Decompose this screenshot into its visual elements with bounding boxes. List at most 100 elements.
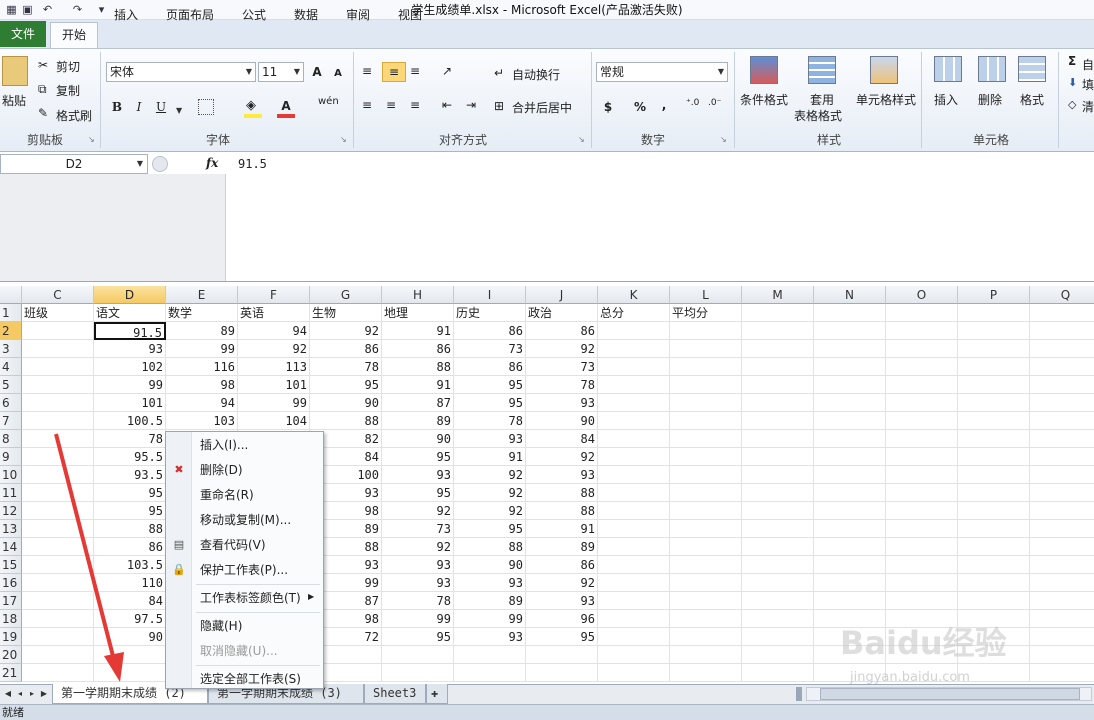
cell-M14[interactable]	[742, 538, 814, 556]
cell-M17[interactable]	[742, 592, 814, 610]
context-menu-item[interactable]: 移动或复制(M)...	[192, 508, 322, 532]
cell-N6[interactable]	[814, 394, 886, 412]
cell-N13[interactable]	[814, 520, 886, 538]
font-name-combo[interactable]: 宋体 ▼	[106, 62, 256, 82]
cell-J15[interactable]: 86	[526, 556, 598, 574]
column-header-P[interactable]: P	[958, 286, 1030, 304]
cell-D3[interactable]: 93	[94, 340, 166, 358]
cell-N7[interactable]	[814, 412, 886, 430]
align-center-icon[interactable]: ≡	[386, 98, 396, 112]
conditional-format-icon[interactable]	[750, 56, 778, 84]
cell-G2[interactable]: 92	[310, 322, 382, 340]
cell-P12[interactable]	[958, 502, 1030, 520]
cell-Q11[interactable]	[1030, 484, 1094, 502]
column-header-G[interactable]: G	[310, 286, 382, 304]
tab-data[interactable]: 数据	[284, 4, 328, 28]
row-header-8[interactable]: 8	[0, 430, 22, 448]
cell-L6[interactable]	[670, 394, 742, 412]
cell-I5[interactable]: 95	[454, 376, 526, 394]
cell-M11[interactable]	[742, 484, 814, 502]
row-header-3[interactable]: 3	[0, 340, 22, 358]
delete-cells-icon[interactable]	[978, 56, 1006, 82]
cell-K9[interactable]	[598, 448, 670, 466]
sheet-tab-3[interactable]: Sheet3	[364, 684, 426, 704]
cell-M3[interactable]	[742, 340, 814, 358]
cell-H21[interactable]	[382, 664, 454, 682]
cell-N15[interactable]	[814, 556, 886, 574]
cell-N9[interactable]	[814, 448, 886, 466]
cell-P2[interactable]	[958, 322, 1030, 340]
cell-M2[interactable]	[742, 322, 814, 340]
cell-Q15[interactable]	[1030, 556, 1094, 574]
column-header-J[interactable]: J	[526, 286, 598, 304]
tab-home[interactable]: 开始	[50, 22, 98, 49]
cell-Q16[interactable]	[1030, 574, 1094, 592]
cell-O14[interactable]	[886, 538, 958, 556]
insert-sheet-icon[interactable]: ✚	[426, 684, 448, 704]
cell-K5[interactable]	[598, 376, 670, 394]
cell-F7[interactable]: 104	[238, 412, 310, 430]
cell-J1[interactable]: 政治	[526, 304, 598, 322]
cell-J7[interactable]: 90	[526, 412, 598, 430]
cell-O6[interactable]	[886, 394, 958, 412]
cell-D6[interactable]: 101	[94, 394, 166, 412]
comma-button[interactable]: ,	[658, 95, 670, 115]
cell-M20[interactable]	[742, 646, 814, 664]
cell-O7[interactable]	[886, 412, 958, 430]
cell-L21[interactable]	[670, 664, 742, 682]
cell-Q14[interactable]	[1030, 538, 1094, 556]
alignment-launcher-icon[interactable]: ↘	[578, 135, 587, 144]
cell-P8[interactable]	[958, 430, 1030, 448]
cell-H8[interactable]: 90	[382, 430, 454, 448]
row-header-2[interactable]: 2	[0, 322, 22, 340]
cell-H15[interactable]: 93	[382, 556, 454, 574]
cell-L12[interactable]	[670, 502, 742, 520]
cell-D5[interactable]: 99	[94, 376, 166, 394]
cell-J13[interactable]: 91	[526, 520, 598, 538]
tab-insert[interactable]: 插入	[104, 4, 148, 28]
cell-L16[interactable]	[670, 574, 742, 592]
cell-O13[interactable]	[886, 520, 958, 538]
cell-O16[interactable]	[886, 574, 958, 592]
number-launcher-icon[interactable]: ↘	[720, 135, 729, 144]
cell-L10[interactable]	[670, 466, 742, 484]
cell-K10[interactable]	[598, 466, 670, 484]
shrink-font-button[interactable]: A	[330, 64, 346, 84]
tab-formulas[interactable]: 公式	[232, 4, 276, 28]
cell-H17[interactable]: 78	[382, 592, 454, 610]
format-as-table-icon[interactable]	[808, 56, 836, 84]
cell-L5[interactable]	[670, 376, 742, 394]
cell-L11[interactable]	[670, 484, 742, 502]
cell-P14[interactable]	[958, 538, 1030, 556]
cell-Q21[interactable]	[1030, 664, 1094, 682]
cell-I3[interactable]: 73	[454, 340, 526, 358]
cell-O8[interactable]	[886, 430, 958, 448]
cell-N17[interactable]	[814, 592, 886, 610]
tab-split-handle[interactable]	[796, 687, 802, 701]
cell-G6[interactable]: 90	[310, 394, 382, 412]
cell-D4[interactable]: 102	[94, 358, 166, 376]
cell-J19[interactable]: 95	[526, 628, 598, 646]
cell-L2[interactable]	[670, 322, 742, 340]
cell-P16[interactable]	[958, 574, 1030, 592]
horizontal-scrollbar-thumb[interactable]	[820, 688, 1080, 700]
cell-G1[interactable]: 生物	[310, 304, 382, 322]
cell-H18[interactable]: 99	[382, 610, 454, 628]
context-menu-item[interactable]: 删除(D)	[192, 458, 322, 482]
cell-H1[interactable]: 地理	[382, 304, 454, 322]
column-header-K[interactable]: K	[598, 286, 670, 304]
cell-O4[interactable]	[886, 358, 958, 376]
align-left-icon[interactable]: ≡	[362, 98, 372, 112]
chevron-down-icon[interactable]: ▼	[176, 102, 182, 116]
column-header-E[interactable]: E	[166, 286, 238, 304]
cell-J14[interactable]: 89	[526, 538, 598, 556]
cell-I18[interactable]: 99	[454, 610, 526, 628]
row-header-12[interactable]: 12	[0, 502, 22, 520]
cell-H5[interactable]: 91	[382, 376, 454, 394]
format-as-table-button[interactable]: 套用	[810, 91, 834, 108]
cell-L20[interactable]	[670, 646, 742, 664]
formula-bar-toggle[interactable]	[152, 156, 168, 172]
cell-I15[interactable]: 90	[454, 556, 526, 574]
cell-Q7[interactable]	[1030, 412, 1094, 430]
cell-I1[interactable]: 历史	[454, 304, 526, 322]
